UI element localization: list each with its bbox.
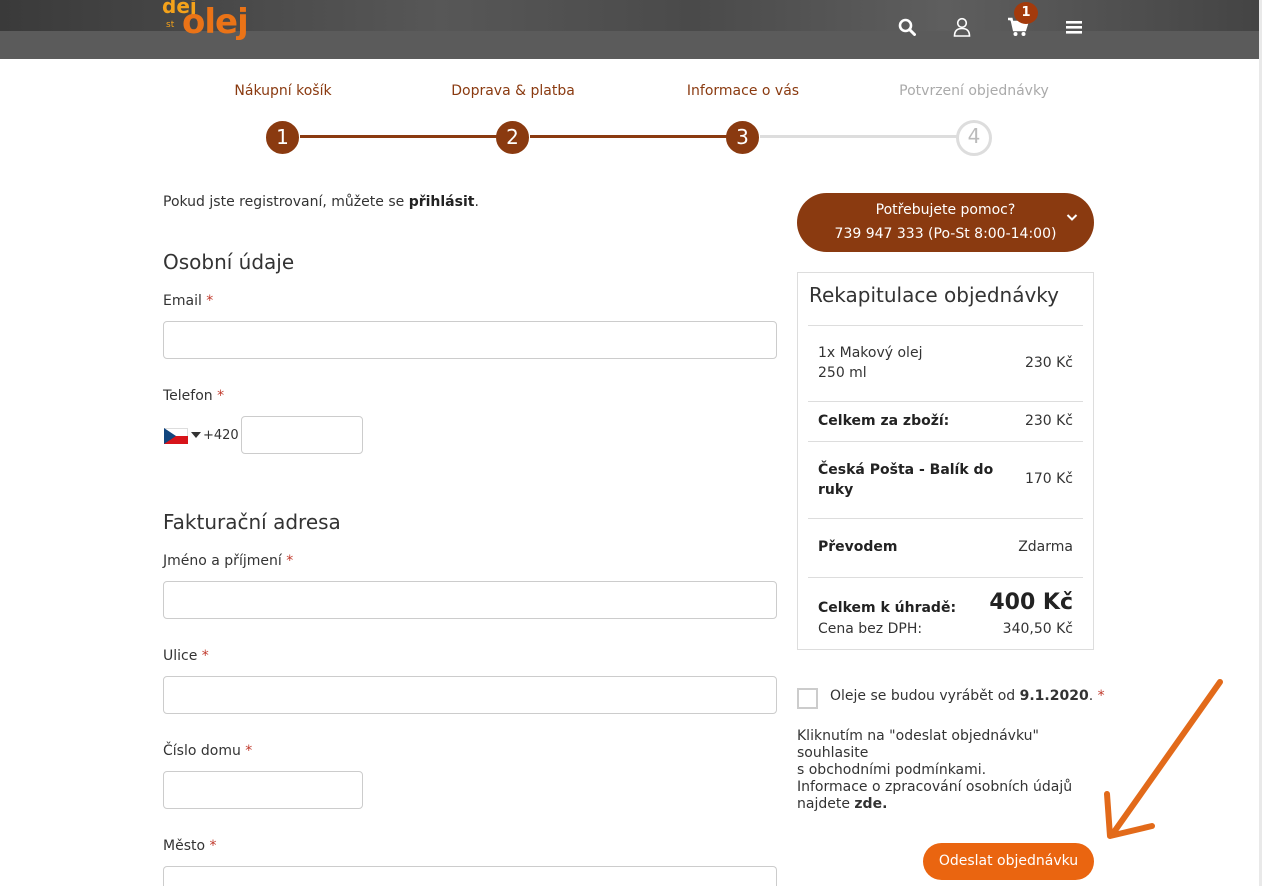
consent-text: Oleje se budou vyrábět od [830,688,1020,704]
menu-icon[interactable] [1061,14,1087,40]
logo-mid-text: st [166,20,175,30]
billing-section-title: Fakturační adresa [163,510,341,534]
email-label-text: Email [163,293,202,309]
privacy-text: Informace o zpracování osobních údajů na… [797,779,1097,813]
step-circle-1[interactable]: 1 [266,121,299,154]
arrow-annotation-icon [1104,679,1223,839]
phone-label: Telefon * [163,388,224,404]
login-prompt: Pokud jste registrovaní, můžete se přihl… [163,194,479,210]
production-consent-checkbox[interactable] [797,688,818,709]
goods-total-value: 230 Kč [1024,413,1073,429]
house-number-label-text: Číslo domu [163,743,241,759]
order-summary: Rekapitulace objednávky 1x Makový olej 25… [797,272,1094,650]
consent-date: 9.1.2020 [1019,688,1089,704]
name-label-text: Jméno a příjmení [163,553,282,569]
logo-big-text: olej [182,2,249,42]
privacy-line2: najdete [797,796,855,812]
step-connector [760,135,960,138]
item-price: 230 Kč [1024,355,1073,371]
email-label: Email * [163,293,213,309]
grand-total-value: 400 Kč [989,590,1073,615]
divider [808,518,1083,519]
street-label: Ulice * [163,648,209,664]
login-prompt-end: . [474,194,479,210]
summary-title: Rekapitulace objednávky [809,283,1059,307]
payment-price: Zdarma [1018,539,1073,555]
goods-total-label: Celkem za zboží: [818,413,950,429]
shipping-line2: ruky [818,482,854,498]
item-name: 1x Makový olej 250 ml [818,343,922,383]
step-label-confirm: Potvrzení objednávky [899,83,1049,99]
street-field[interactable] [163,676,777,714]
required-mark: * [286,553,294,569]
step-label-shipping[interactable]: Doprava & platba [413,83,613,99]
email-field[interactable] [163,321,777,359]
help-phone: 739 947 333 (Po-St 8:00-14:00) [834,226,1057,242]
divider [808,401,1083,402]
name-label: Jméno a příjmení * [163,553,293,569]
chevron-down-icon[interactable] [1066,207,1078,226]
divider [808,325,1083,326]
step-circle-2[interactable]: 2 [496,121,529,154]
shipping-method: Česká Pošta - Balík do ruky [818,460,993,500]
step-connector [530,135,730,138]
city-field[interactable] [163,866,777,886]
privacy-line1: Informace o zpracování osobních údajů [797,779,1073,795]
login-link[interactable]: přihlásit [409,194,475,210]
step-circle-4: 4 [956,120,992,156]
name-field[interactable] [163,581,777,619]
help-title: Potřebujete pomoc? [875,202,1016,218]
personal-section-title: Osobní údaje [163,250,295,274]
required-mark: * [201,648,209,664]
city-label: Město * [163,838,217,854]
required-mark: * [217,388,225,404]
grand-total-label: Celkem k úhradě: [818,600,957,616]
terms-text: Kliknutím na "odeslat objednávku" souhla… [797,728,1097,779]
required-mark: * [209,838,217,854]
cart-count-badge: 1 [1014,2,1038,24]
city-label-text: Město [163,838,206,854]
required-mark: * [206,293,214,309]
submit-order-button[interactable]: Odeslat objednávku [923,843,1094,880]
help-box[interactable]: Potřebujete pomoc? 739 947 333 (Po-St 8:… [797,193,1094,252]
terms-line1: Kliknutím na "odeslat objednávku" souhla… [797,728,1039,761]
privacy-link[interactable]: zde. [854,796,887,812]
production-consent-label: Oleje se budou vyrábět od 9.1.2020. * [830,688,1105,704]
item-name-line1: 1x Makový olej [818,345,923,361]
divider [808,441,1083,442]
phone-label-text: Telefon [163,388,213,404]
street-label-text: Ulice [163,648,198,664]
payment-method: Převodem [818,539,898,555]
phone-field[interactable] [241,416,363,454]
divider [808,577,1083,578]
dial-code: +420 [203,428,239,443]
required-mark: * [245,743,253,759]
item-name-line2: 250 ml [818,365,867,381]
czech-flag-icon[interactable] [164,428,188,444]
search-icon[interactable] [894,14,920,40]
terms-link[interactable]: s obchodními podmínkami. [797,762,986,778]
step-label-info: Informace o vás [686,83,800,99]
user-icon[interactable] [949,14,975,40]
net-price-value: 340,50 Kč [1002,621,1073,637]
logo[interactable]: dej st olej [162,0,252,60]
house-number-field[interactable] [163,771,363,809]
chevron-down-icon[interactable] [191,432,201,438]
step-label-cart[interactable]: Nákupní košík [183,83,383,99]
shipping-line1: Česká Pošta - Balík do [818,462,994,478]
shipping-price: 170 Kč [1024,471,1073,487]
login-prompt-text: Pokud jste registrovaní, můžete se [163,194,409,210]
house-number-label: Číslo domu * [163,743,252,759]
step-connector [300,135,500,138]
step-circle-3: 3 [726,121,759,154]
net-price-label: Cena bez DPH: [818,621,923,637]
